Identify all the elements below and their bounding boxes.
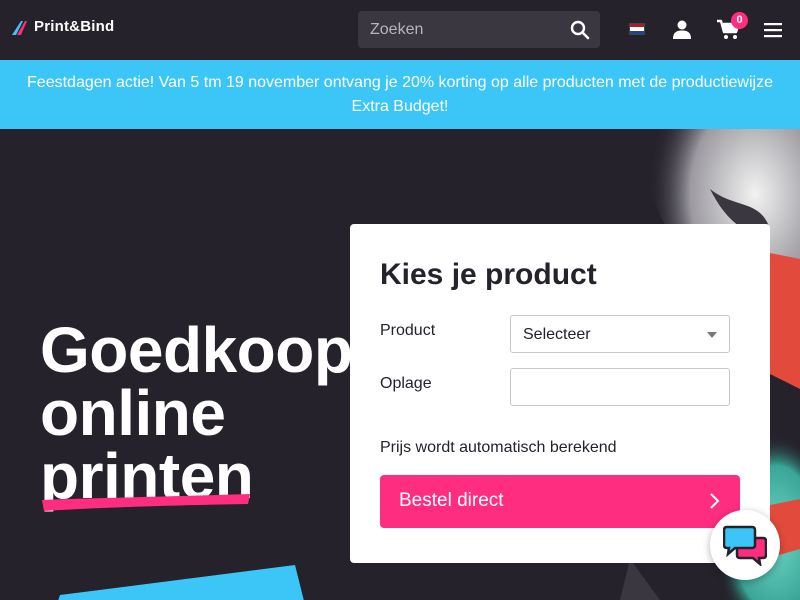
quantity-input[interactable] <box>510 368 730 406</box>
quantity-label: Oplage <box>380 375 432 392</box>
logo-text: Print&Bind <box>34 18 115 35</box>
hero-headline: Goedkoop online printen <box>40 314 353 508</box>
logo[interactable]: Print&Bind <box>12 18 114 35</box>
chat-bubbles-icon <box>723 525 767 566</box>
dropdown-arrow-icon <box>707 332 717 338</box>
blue-decorative-shape <box>58 565 304 600</box>
product-label: Product <box>380 322 436 339</box>
cart-count-badge: 0 <box>731 12 748 29</box>
order-now-button[interactable]: Bestel direct <box>380 475 740 528</box>
hero-headline-line-2: online <box>40 377 226 449</box>
search-icon[interactable] <box>570 20 590 40</box>
dutch-flag-icon[interactable] <box>629 23 645 35</box>
search-input[interactable] <box>358 11 564 48</box>
product-select[interactable]: Selecteer <box>510 315 730 353</box>
order-button-label: Bestel direct <box>399 490 504 511</box>
promo-banner[interactable]: Feestdagen actie! Van 5 tm 19 november o… <box>0 60 800 129</box>
pink-brush-underline <box>42 494 250 511</box>
promo-text: Feestdagen actie! Van 5 tm 19 november o… <box>27 74 773 115</box>
user-account-icon[interactable] <box>673 20 691 39</box>
hamburger-menu-icon[interactable] <box>764 22 782 38</box>
price-note: Prijs wordt automatisch berekend <box>380 439 617 456</box>
card-title: Kies je product <box>380 258 597 291</box>
hero-headline-line-1: Goedkoop <box>40 314 353 386</box>
product-selector-card: Kies je product Product Selecteer Oplage… <box>350 224 770 563</box>
logo-mark-icon <box>12 20 27 35</box>
chat-widget-button[interactable] <box>710 510 780 580</box>
top-navigation-bar: Print&Bind 0 <box>0 0 800 60</box>
chevron-right-icon <box>710 493 720 509</box>
search-bar <box>358 11 600 48</box>
product-select-value: Selecteer <box>523 326 591 343</box>
